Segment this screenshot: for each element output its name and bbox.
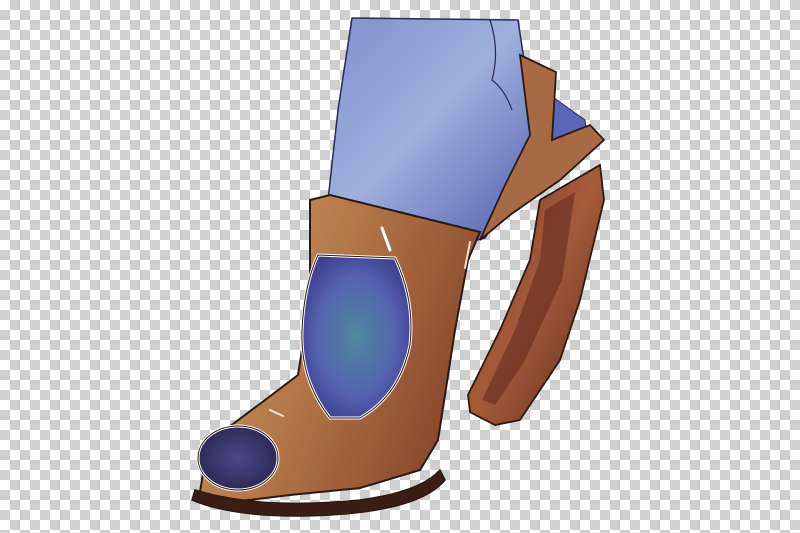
transparency-background: [0, 0, 800, 533]
shoe-illustration: [191, 17, 606, 517]
